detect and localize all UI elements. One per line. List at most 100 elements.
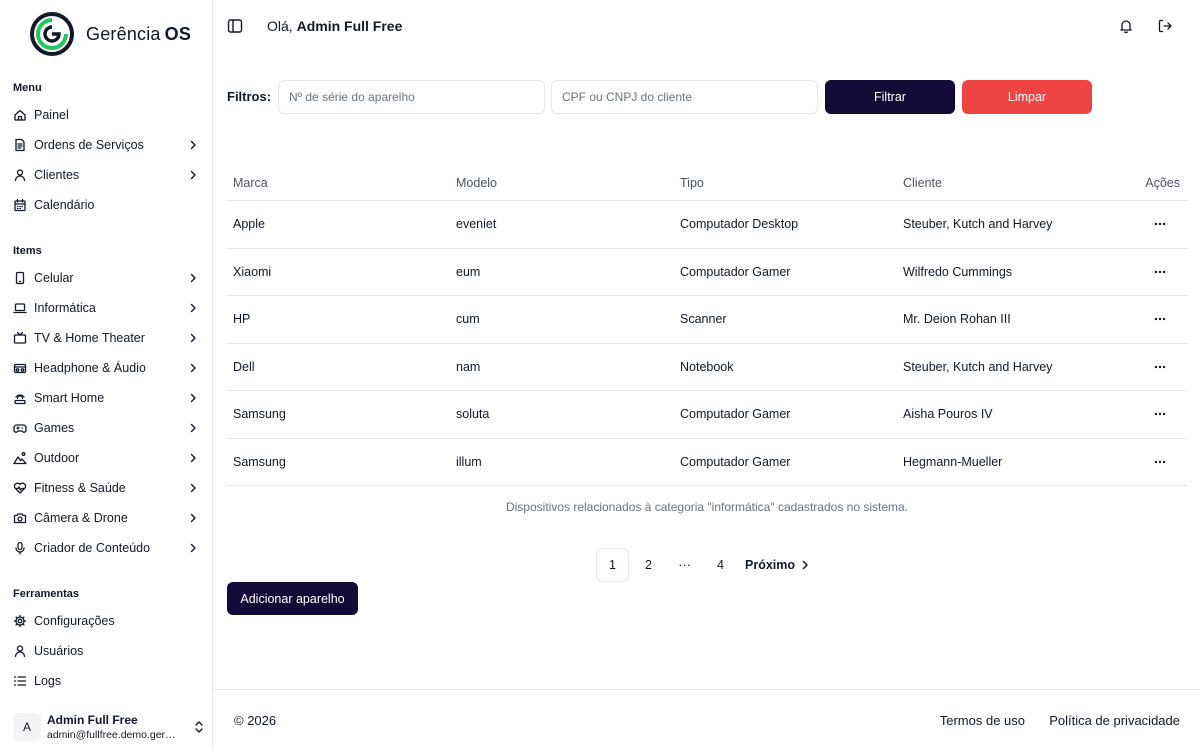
- terms-link[interactable]: Termos de uso: [940, 713, 1025, 728]
- sidebar-item-label: Configurações: [34, 614, 115, 628]
- sidebar-item-usuarios[interactable]: Usuários: [0, 636, 212, 666]
- sidebar-item-tv-home-theater[interactable]: TV & Home Theater: [0, 323, 212, 353]
- brand[interactable]: Gerência OS: [30, 12, 191, 56]
- brand-name: Gerência OS: [86, 23, 192, 44]
- more-actions-icon[interactable]: [1154, 222, 1166, 226]
- chevron-right-icon: [190, 393, 196, 403]
- pagination: 1 2 ··· 4 Próximo: [596, 548, 809, 582]
- cell-client: Aisha Pouros IV: [903, 407, 993, 422]
- sidebar-item-label: Criador de Conteúdo: [34, 541, 151, 555]
- sidebar-item-label: Calendário: [34, 198, 95, 212]
- top-header: Olá, Admin Full Free: [213, 0, 1200, 54]
- table-caption: Dispositivos relacionados à categoria "i…: [505, 500, 909, 514]
- cell-model: eveniet: [456, 217, 497, 232]
- column-header-model: Modelo: [456, 176, 497, 190]
- sidebar-item-calendario[interactable]: Calendário: [0, 190, 212, 220]
- cell-client: Mr. Deion Rohan III: [903, 312, 1011, 327]
- page-button[interactable]: 1: [596, 548, 629, 582]
- sidebar-item-label: Games: [34, 421, 75, 435]
- more-actions-icon[interactable]: [1154, 317, 1166, 321]
- sidebar-item-label: Ordens de Serviços: [34, 138, 144, 152]
- camera-icon: [13, 513, 27, 524]
- cell-brand: Samsung: [233, 454, 286, 469]
- document-icon: [15, 138, 25, 152]
- sidebar-item-games[interactable]: Games: [0, 413, 212, 443]
- chevron-right-icon: [190, 333, 196, 343]
- cell-brand: Apple: [233, 217, 265, 232]
- cell-client: Hegmann-Mueller: [903, 454, 1003, 469]
- clear-button[interactable]: Limpar: [962, 80, 1092, 114]
- sidebar-item-camera-drone[interactable]: Câmera & Drone: [0, 503, 212, 533]
- cell-type: Notebook: [680, 359, 734, 374]
- cell-type: Computador Gamer: [680, 264, 791, 279]
- sidebar-item-fitness-saude[interactable]: Fitness & Saúde: [0, 473, 212, 503]
- chevron-right-icon: [190, 513, 196, 523]
- add-device-button[interactable]: Adicionar aparelho: [227, 582, 358, 615]
- sidebar-item-smart-home[interactable]: Smart Home: [0, 383, 212, 413]
- sidebar-item-clientes[interactable]: Clientes: [0, 160, 212, 190]
- bell-icon[interactable]: [1118, 18, 1134, 34]
- table-row[interactable]: Samsung soluta Computador Gamer Aisha Po…: [227, 391, 1187, 439]
- table-row[interactable]: Xiaomi eum Computador Gamer Wilfredo Cum…: [227, 249, 1187, 296]
- sidebar-item-criador-de-conteudo[interactable]: Criador de Conteúdo: [0, 533, 212, 563]
- table-row[interactable]: Samsung illum Computador Gamer Hegmann-M…: [227, 439, 1187, 486]
- more-actions-icon[interactable]: [1154, 412, 1166, 416]
- privacy-link[interactable]: Política de privacidade: [1049, 713, 1180, 728]
- serial-number-input[interactable]: [278, 80, 545, 114]
- logout-icon[interactable]: [1157, 18, 1173, 34]
- more-actions-icon[interactable]: [1154, 270, 1166, 274]
- cell-brand: Xiaomi: [233, 264, 272, 279]
- cell-model: illum: [456, 454, 482, 469]
- chevron-right-icon: [190, 363, 196, 373]
- user-menu[interactable]: A Admin Full Free admin@fullfree.demo.ge…: [0, 704, 212, 750]
- more-actions-icon[interactable]: [1154, 365, 1166, 369]
- cell-model: nam: [456, 359, 481, 374]
- laptop-icon: [13, 303, 27, 314]
- sidebar-item-headphone-audio[interactable]: Headphone & Áudio: [0, 353, 212, 383]
- sidebar-item-label: Smart Home: [34, 391, 105, 405]
- client-document-input[interactable]: [551, 80, 818, 114]
- table-row[interactable]: Dell nam Notebook Steuber, Kutch and Har…: [227, 344, 1187, 391]
- sidebar-item-label: Usuários: [34, 644, 84, 658]
- cell-client: Steuber, Kutch and Harvey: [903, 359, 1053, 374]
- sidebar-toggle-icon[interactable]: [227, 18, 243, 34]
- more-actions-icon[interactable]: [1154, 460, 1166, 464]
- filter-button[interactable]: Filtrar: [825, 80, 955, 114]
- sidebar-item-configuracoes[interactable]: Configurações: [0, 606, 212, 636]
- sidebar-item-informatica[interactable]: Informática: [0, 293, 212, 323]
- sidebar-item-painel[interactable]: Painel: [0, 100, 212, 130]
- page-button[interactable]: 2: [632, 548, 665, 582]
- sidebar-item-logs[interactable]: Logs: [0, 666, 212, 696]
- smart-home-icon: [14, 394, 26, 405]
- sidebar-item-ordens-de-servicos[interactable]: Ordens de Serviços: [0, 130, 212, 160]
- cell-client: Wilfredo Cummings: [903, 264, 1013, 279]
- pagination-ellipsis: ···: [678, 558, 691, 572]
- home-icon: [14, 109, 26, 121]
- devices-table: Marca Modelo Tipo Cliente Ações Apple ev…: [227, 166, 1187, 486]
- chevron-right-icon: [802, 560, 808, 570]
- chevron-right-icon: [190, 543, 196, 553]
- cell-client: Steuber, Kutch and Harvey: [903, 217, 1053, 232]
- sidebar-item-label: Câmera & Drone: [34, 511, 128, 525]
- chevron-right-icon: [190, 273, 196, 283]
- user-name: Admin Full Free: [47, 713, 138, 727]
- tv-icon: [13, 331, 27, 344]
- column-header-type: Tipo: [680, 176, 704, 190]
- next-page-label: Próximo: [745, 558, 796, 572]
- cell-type: Computador Gamer: [680, 407, 791, 422]
- page-button[interactable]: 4: [704, 548, 737, 582]
- column-header-client: Cliente: [903, 176, 942, 190]
- sidebar-item-celular[interactable]: Celular: [0, 263, 212, 293]
- chevron-right-icon: [190, 483, 196, 493]
- next-page-button[interactable]: Próximo: [745, 558, 809, 572]
- table-row[interactable]: HP cum Scanner Mr. Deion Rohan III: [227, 296, 1187, 344]
- filters-label: Filtros:: [227, 89, 272, 104]
- sidebar-item-label: Fitness & Saúde: [34, 481, 126, 495]
- outdoor-icon: [13, 452, 27, 465]
- sidebar-item-outdoor[interactable]: Outdoor: [0, 443, 212, 473]
- table-row[interactable]: Apple eveniet Computador Desktop Steuber…: [227, 201, 1187, 249]
- chevron-right-icon: [190, 140, 196, 150]
- sidebar-item-label: Outdoor: [34, 451, 80, 465]
- heart-pulse-icon: [13, 482, 27, 494]
- cell-type: Scanner: [680, 312, 727, 327]
